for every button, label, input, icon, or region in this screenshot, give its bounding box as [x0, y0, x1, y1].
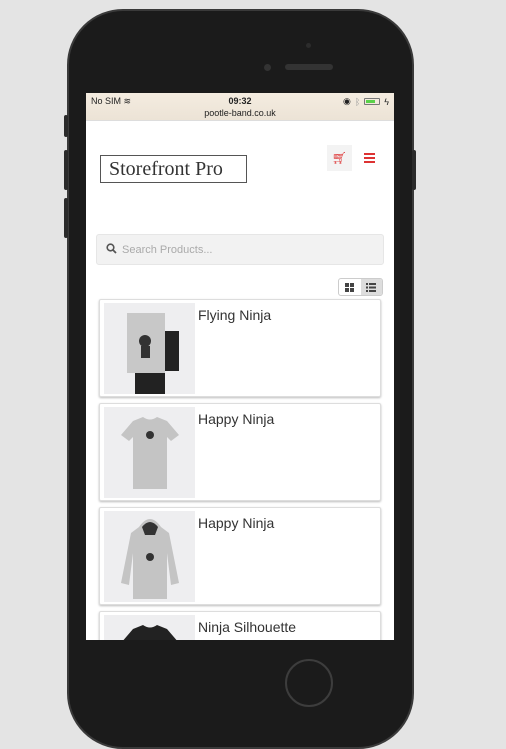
cart-icon: 🛒︎	[331, 151, 348, 165]
home-button[interactable]	[285, 659, 333, 707]
site-logo[interactable]: Storefront Pro	[100, 155, 247, 183]
status-icons: ◉ ᛒ ϟ	[343, 96, 389, 107]
speaker	[285, 64, 333, 70]
product-name[interactable]: Happy Ninja	[198, 411, 274, 427]
product-image[interactable]	[104, 511, 195, 602]
url-bar[interactable]: pootle-band.co.uk	[86, 108, 394, 118]
list-view-button[interactable]	[360, 279, 382, 295]
view-toggle	[338, 278, 383, 296]
product-card[interactable]: Flying Ninja	[99, 299, 381, 397]
grid-view-button[interactable]	[339, 279, 361, 295]
volume-down	[64, 198, 68, 238]
product-card[interactable]: Happy Ninja	[99, 403, 381, 501]
bluetooth-icon: ᛒ	[354, 96, 361, 107]
search-bar[interactable]	[96, 234, 384, 265]
product-image[interactable]	[104, 407, 195, 498]
product-card[interactable]: Happy Ninja	[99, 507, 381, 605]
search-icon	[106, 242, 117, 257]
search-input[interactable]	[122, 243, 362, 256]
power-button	[412, 150, 416, 190]
menu-button[interactable]	[364, 153, 375, 165]
mute-switch	[64, 115, 68, 137]
cart-button[interactable]: 🛒︎	[327, 145, 352, 171]
sensor	[306, 43, 311, 48]
charging-icon: ϟ	[384, 96, 389, 107]
lock-rotation-icon: ◉	[342, 96, 351, 106]
product-image[interactable]	[104, 303, 195, 394]
product-name[interactable]: Flying Ninja	[198, 307, 271, 323]
front-camera	[264, 64, 271, 71]
volume-up	[64, 150, 68, 190]
product-image[interactable]	[104, 615, 195, 640]
product-name[interactable]: Ninja Silhouette	[198, 619, 296, 635]
product-name[interactable]: Happy Ninja	[198, 515, 274, 531]
screen: No SIM ≋ 09:32 ◉ ᛒ ϟ pootle-band.co.uk Sto…	[86, 93, 394, 640]
product-card[interactable]: Ninja Silhouette	[99, 611, 381, 640]
battery-icon	[364, 98, 381, 105]
status-bar: No SIM ≋ 09:32 ◉ ᛒ ϟ pootle-band.co.uk	[86, 93, 394, 121]
